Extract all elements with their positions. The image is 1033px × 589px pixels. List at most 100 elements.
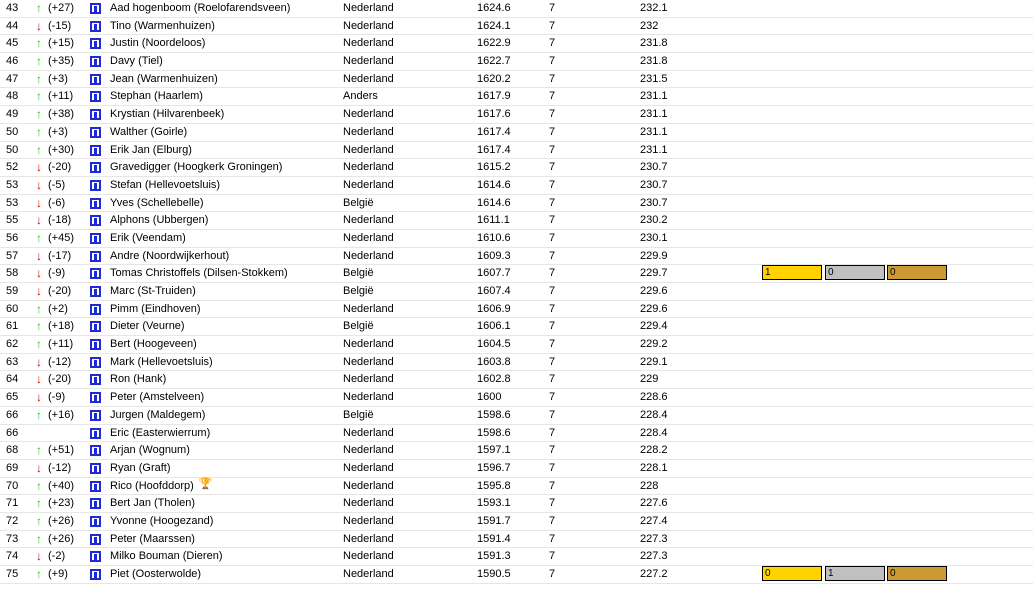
- player-name[interactable]: Peter (Maarssen): [110, 533, 195, 545]
- player-name[interactable]: Gravedigger (Hoogkerk Groningen): [110, 161, 282, 173]
- profile-icon[interactable]: [90, 109, 101, 121]
- player-name[interactable]: Piet (Oosterwolde): [110, 568, 201, 580]
- player-name[interactable]: Tino (Warmenhuizen): [110, 20, 215, 32]
- average-cell: 230.7: [640, 178, 668, 191]
- player-name[interactable]: Stephan (Haarlem): [110, 90, 203, 102]
- profile-icon[interactable]: [90, 480, 101, 492]
- profile-cell: [90, 478, 102, 495]
- profile-icon[interactable]: [90, 374, 101, 386]
- player-name[interactable]: Jurgen (Maldegem): [110, 409, 205, 421]
- profile-cell: [90, 495, 102, 512]
- player-name[interactable]: Pimm (Eindhoven): [110, 303, 200, 315]
- player-name[interactable]: Alphons (Ubbergen): [110, 214, 208, 226]
- profile-icon[interactable]: [90, 533, 101, 545]
- profile-icon[interactable]: [90, 3, 101, 14]
- profile-icon[interactable]: [90, 232, 101, 244]
- profile-icon[interactable]: [90, 91, 101, 103]
- table-row: 65 ↓ (-9) Peter (Amstelveen) Nederland 1600 7 2…: [0, 389, 1033, 407]
- games-cell: 7: [549, 143, 556, 156]
- rank-change: (-9): [48, 391, 66, 404]
- profile-cell: [90, 371, 102, 388]
- average-cell: 230.7: [640, 161, 668, 174]
- player-name[interactable]: Bert (Hoogeveen): [110, 338, 197, 350]
- player-name[interactable]: Mark (Hellevoetsluis): [110, 356, 213, 368]
- country-cell: Nederland: [343, 231, 394, 244]
- score-cell: 1597.1: [477, 444, 511, 457]
- profile-icon[interactable]: [90, 215, 101, 227]
- trend-cell: [36, 425, 46, 442]
- player-name[interactable]: Peter (Amstelveen): [110, 391, 204, 403]
- player-name[interactable]: Jean (Warmenhuizen): [110, 73, 218, 85]
- games-cell: 7: [549, 161, 556, 174]
- profile-icon[interactable]: [90, 197, 101, 209]
- profile-icon[interactable]: [90, 303, 101, 315]
- player-name[interactable]: Andre (Noordwijkerhout): [110, 250, 229, 262]
- profile-icon[interactable]: [90, 179, 101, 191]
- profile-icon[interactable]: [90, 73, 101, 85]
- player-name[interactable]: Davy (Tiel): [110, 55, 163, 67]
- profile-icon[interactable]: [90, 427, 101, 439]
- profile-icon[interactable]: [90, 569, 101, 580]
- player-name[interactable]: Ron (Hank): [110, 373, 166, 385]
- games-cell: 7: [549, 514, 556, 527]
- player-name[interactable]: Eric (Easterwierrum): [110, 427, 210, 439]
- player-name-cell: Pimm (Eindhoven): [110, 301, 335, 318]
- player-name-cell: Bert Jan (Tholen): [110, 495, 335, 512]
- profile-icon[interactable]: [90, 162, 101, 174]
- player-name[interactable]: Erik (Veendam): [110, 232, 186, 244]
- arrow-up-icon: ↑: [36, 230, 42, 245]
- profile-icon[interactable]: [90, 551, 101, 563]
- profile-cell: [90, 248, 102, 265]
- player-name[interactable]: Erik Jan (Elburg): [110, 144, 192, 156]
- rank-cell: 68: [6, 444, 19, 457]
- player-name[interactable]: Ryan (Graft): [110, 462, 171, 474]
- profile-icon[interactable]: [90, 56, 101, 68]
- profile-icon[interactable]: [90, 515, 101, 527]
- score-cell: 1617.4: [477, 143, 511, 156]
- rank-change: (+30): [48, 143, 74, 156]
- profile-icon[interactable]: [90, 20, 101, 32]
- games-cell: 7: [549, 19, 556, 32]
- profile-icon[interactable]: [90, 286, 101, 297]
- profile-icon[interactable]: [90, 268, 101, 280]
- player-name[interactable]: Yvonne (Hoogezand): [110, 515, 213, 527]
- table-row: 56 ↑ (+45) Erik (Veendam) Nederland 1610.6 7 23…: [0, 230, 1033, 248]
- player-name[interactable]: Justin (Noordeloos): [110, 37, 205, 49]
- player-name[interactable]: Walther (Goirle): [110, 126, 187, 138]
- profile-icon[interactable]: [90, 321, 101, 333]
- profile-icon[interactable]: [90, 144, 101, 156]
- profile-cell: [90, 106, 102, 123]
- player-name[interactable]: Tomas Christoffels (Dilsen-Stokkem): [110, 267, 288, 279]
- player-name[interactable]: Marc (St-Truiden): [110, 285, 196, 297]
- games-cell: 7: [549, 72, 556, 85]
- player-name[interactable]: Aad hogenboom (Roelofarendsveen): [110, 2, 290, 14]
- average-cell: 229.6: [640, 285, 668, 297]
- arrow-up-icon: ↑: [36, 142, 42, 157]
- profile-icon[interactable]: [90, 462, 101, 474]
- profile-icon[interactable]: [90, 250, 101, 262]
- profile-icon[interactable]: [90, 339, 101, 351]
- player-name[interactable]: Stefan (Hellevoetsluis): [110, 179, 220, 191]
- profile-icon[interactable]: [90, 392, 101, 404]
- table-row: 59 ↓ (-20) Marc (St-Truiden) België 1607.4 7 22…: [0, 283, 1033, 301]
- rank-cell: 44: [6, 19, 19, 32]
- player-name[interactable]: Dieter (Veurne): [110, 320, 185, 332]
- country-cell: Nederland: [343, 19, 394, 32]
- player-name[interactable]: Yves (Schellebelle): [110, 197, 204, 209]
- rank-cell: 63: [6, 355, 19, 368]
- player-name[interactable]: Arjan (Wognum): [110, 444, 190, 456]
- player-name[interactable]: Rico (Hoofddorp): [110, 480, 194, 492]
- player-name[interactable]: Milko Bouman (Dieren): [110, 550, 222, 562]
- player-name[interactable]: Krystian (Hilvarenbeek): [110, 108, 224, 120]
- profile-icon[interactable]: [90, 445, 101, 457]
- average-cell: 228.6: [640, 391, 668, 404]
- arrow-up-icon: ↑: [36, 567, 42, 581]
- table-row: 53 ↓ (-5) Stefan (Hellevoetsluis) Nederland 1…: [0, 177, 1033, 195]
- profile-icon[interactable]: [90, 38, 101, 50]
- score-cell: 1610.6: [477, 231, 511, 244]
- player-name[interactable]: Bert Jan (Tholen): [110, 497, 195, 509]
- profile-icon[interactable]: [90, 498, 101, 510]
- profile-icon[interactable]: [90, 126, 101, 138]
- profile-icon[interactable]: [90, 409, 101, 421]
- profile-icon[interactable]: [90, 356, 101, 368]
